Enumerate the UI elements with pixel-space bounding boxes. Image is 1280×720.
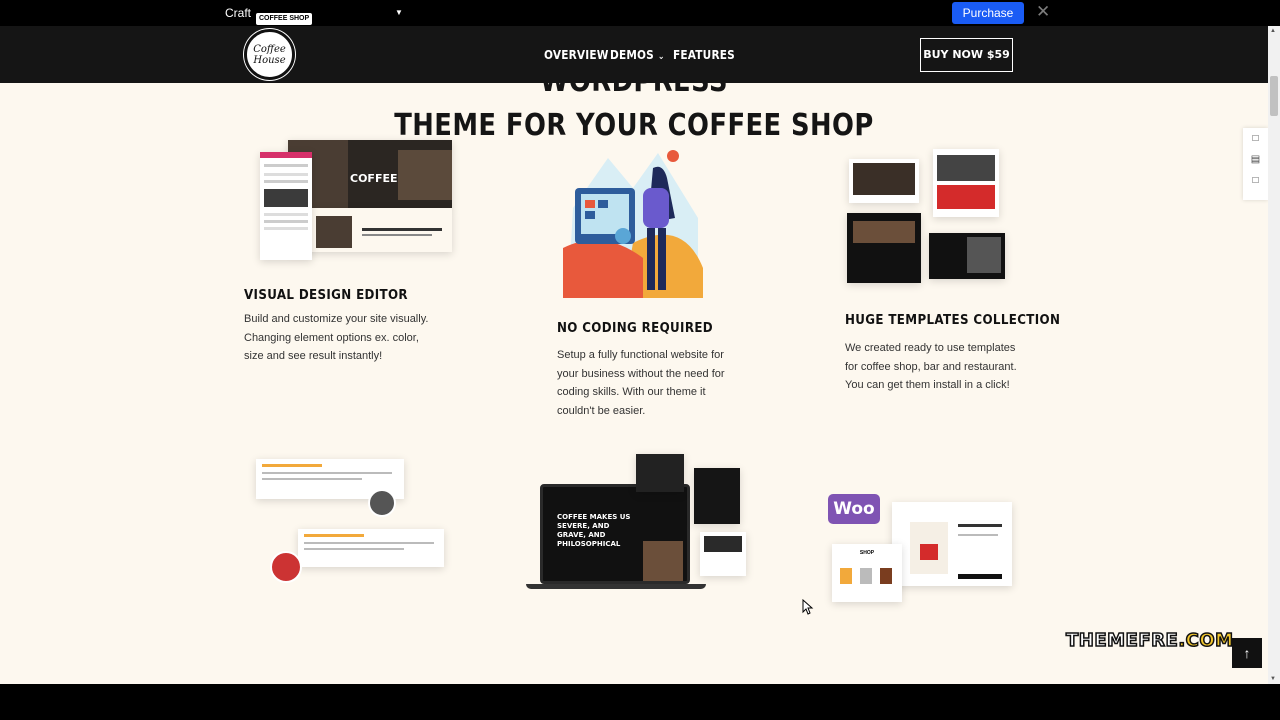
theme-select[interactable]: COFFEE SHOP ▼ <box>256 7 412 25</box>
chevron-down-icon: ▼ <box>395 8 403 17</box>
nav-demos-label: DEMOS <box>610 48 654 62</box>
buy-now-button[interactable]: BUY NOW $59 <box>920 38 1013 72</box>
watermark-main: THEMEFRE <box>1065 629 1179 652</box>
bottom-bar <box>0 684 1280 720</box>
laptop-base <box>526 584 706 589</box>
editor-panel <box>260 152 312 260</box>
page-scrollbar[interactable]: ▲ ▼ <box>1268 26 1280 684</box>
feature-title-no-coding: NO CODING REQUIRED <box>557 320 714 336</box>
laptop-screen: COFFEE MAKES US SEVERE, AND GRAVE, AND P… <box>540 484 690 584</box>
mouse-cursor-icon <box>802 599 814 615</box>
feature-title-templates: HUGE TEMPLATES COLLECTION <box>845 312 1061 328</box>
woo-logo: Woo <box>828 494 880 524</box>
scrollbar-thumb[interactable] <box>1270 76 1278 116</box>
template-thumb-3 <box>847 213 921 283</box>
laptop-side-thumb-1 <box>636 454 684 492</box>
reviewer-avatar-1 <box>368 489 396 517</box>
editor-content-strip <box>288 208 452 252</box>
feature-text-no-coding: Setup a fully functional website for you… <box>557 349 725 418</box>
person-at-screen-icon <box>563 150 703 298</box>
laptop-side-thumb-3 <box>700 532 746 576</box>
feature-text-templates: We created ready to use templates for co… <box>845 342 1017 392</box>
site-logo[interactable]: Coffee House <box>244 29 295 80</box>
reviewer-avatar-2 <box>270 551 302 583</box>
laptop-side-thumb-2 <box>694 468 740 524</box>
logo-text: Coffee House <box>253 43 286 66</box>
laptop-illustration: COFFEE MAKES US SEVERE, AND GRAVE, AND P… <box>522 452 752 602</box>
template-thumb-4 <box>929 233 1005 279</box>
shop-page-thumb: SHOP <box>832 544 902 602</box>
product-page-thumb <box>892 502 1012 586</box>
demo-brand: Craft <box>225 6 252 20</box>
site-header: Coffee House OVERVIEW DEMOS ⌄ FEATURES B… <box>0 26 1268 83</box>
no-coding-illustration <box>563 148 705 300</box>
close-icon[interactable]: ✕ <box>1036 3 1050 21</box>
floating-tools-panel: □ ▤ □ <box>1243 128 1268 200</box>
purchase-button[interactable]: Purchase <box>952 2 1024 24</box>
arrow-up-icon: ↑ <box>1243 645 1251 661</box>
nav-features[interactable]: FEATURES <box>673 48 735 62</box>
template-thumb-1 <box>849 159 919 203</box>
nav-demos[interactable]: DEMOS ⌄ <box>610 48 665 62</box>
comment-icon[interactable]: □ <box>1243 128 1268 149</box>
visual-editor-illustration: COFFEE <box>258 138 454 263</box>
watermark-dot: .COM <box>1178 629 1234 652</box>
nav-overview[interactable]: OVERVIEW <box>544 48 609 62</box>
theme-select-value: COFFEE SHOP <box>256 13 313 25</box>
laptop-headline: COFFEE MAKES US SEVERE, AND GRAVE, AND P… <box>557 513 631 548</box>
templates-illustration <box>845 147 1005 285</box>
shop-label: SHOP <box>859 550 875 556</box>
scroll-up-icon[interactable]: ▲ <box>1270 28 1276 34</box>
themefre-watermark: THEMEFRE.COM <box>1065 629 1234 652</box>
back-to-top-button[interactable]: ↑ <box>1232 638 1262 668</box>
template-thumb-2 <box>933 149 999 217</box>
editor-coffee-text: COFFEE <box>350 172 398 185</box>
feature-text-visual-editor: Build and customize your site visually. … <box>244 313 429 363</box>
scroll-down-icon[interactable]: ▼ <box>1270 676 1276 682</box>
book-icon[interactable]: ▤ <box>1243 149 1268 170</box>
demo-bar: Craft COFFEE SHOP ▼ Purchase ✕ <box>0 0 1280 26</box>
cart-icon[interactable]: □ <box>1243 170 1268 191</box>
review-card-2 <box>298 529 444 567</box>
editor-hero-image: COFFEE <box>288 140 452 208</box>
woocommerce-illustration: Woo SHOP <box>826 492 1022 608</box>
support-reviews-illustration <box>256 457 452 589</box>
feature-title-visual-editor: VISUAL DESIGN EDITOR <box>244 287 408 303</box>
chevron-down-icon: ⌄ <box>657 52 665 62</box>
